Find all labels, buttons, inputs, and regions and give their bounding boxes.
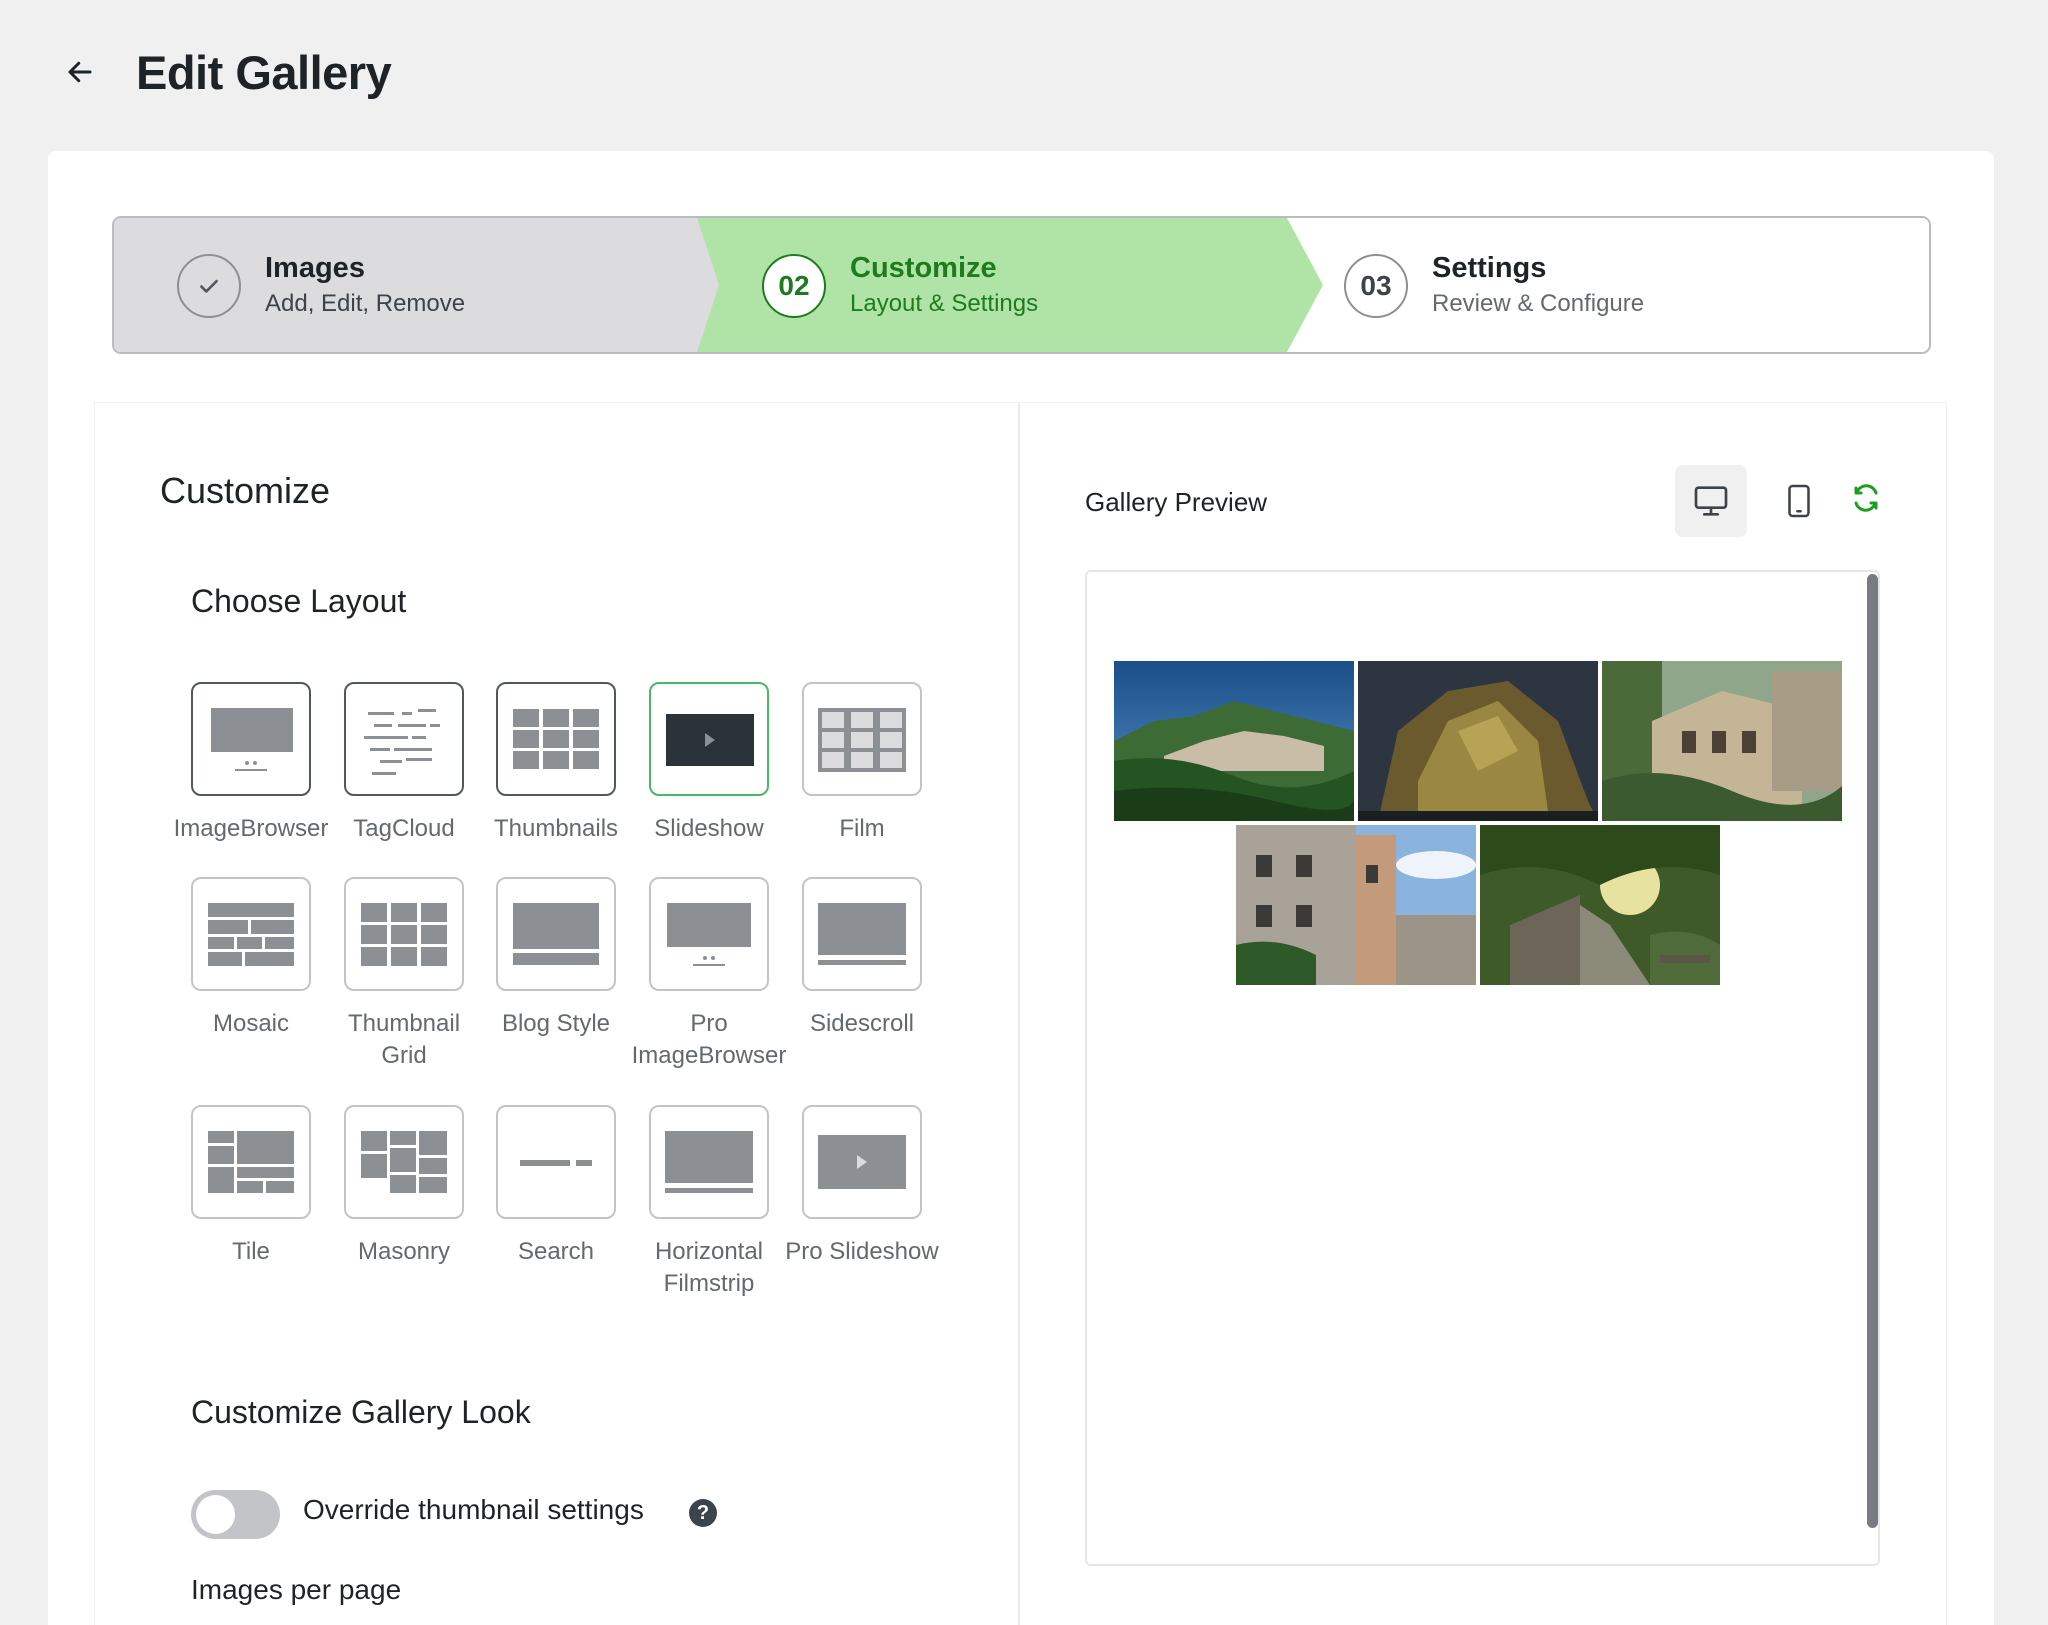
step-3-marker: 03	[1344, 254, 1408, 318]
mosaic-icon	[208, 903, 294, 966]
layout-label: Horizontal Filmstrip	[654, 1238, 764, 1297]
page-title: Edit Gallery	[136, 45, 392, 99]
layout-blog-style[interactable]	[496, 877, 616, 991]
layout-label: TagCloud	[353, 815, 455, 842]
arrow-left-icon	[68, 61, 92, 83]
customize-title: Customize	[160, 470, 331, 511]
refresh-preview-button[interactable]	[1830, 462, 1902, 534]
imagebrowser-icon	[211, 708, 293, 771]
layout-label: Masonry	[357, 1238, 451, 1265]
images-per-page-label: Images per page	[191, 1574, 402, 1605]
pro-slideshow-icon	[818, 1135, 906, 1189]
building-facade-photo	[1236, 825, 1476, 985]
layout-label: Pro Slideshow	[785, 1238, 939, 1265]
desktop-preview-button[interactable]	[1675, 465, 1747, 537]
layout-label: Pro ImageBrowser	[631, 1010, 787, 1069]
customize-look-title: Customize Gallery Look	[191, 1394, 531, 1430]
layout-label: Slideshow	[654, 815, 764, 842]
step-3-title: Settings	[1432, 252, 1547, 284]
search-layout-icon	[520, 1160, 592, 1166]
blog-style-icon	[513, 903, 599, 965]
step-2-marker: 02	[762, 254, 826, 318]
gallery-preview-title: Gallery Preview	[1085, 487, 1268, 517]
desktop-icon	[1694, 486, 1728, 516]
masonry-icon	[361, 1131, 447, 1193]
layout-imagebrowser[interactable]	[191, 682, 311, 796]
preview-scrollbar[interactable]	[1867, 574, 1878, 1528]
layout-search[interactable]	[496, 1105, 616, 1219]
override-thumbnail-label: Override thumbnail settings	[303, 1494, 644, 1525]
step-2-subtitle: Layout & Settings	[850, 290, 1039, 317]
layout-label: Thumbnails	[493, 815, 619, 842]
layout-pro-slideshow[interactable]	[802, 1105, 922, 1219]
layout-pro-imagebrowser[interactable]	[649, 877, 769, 991]
layout-label: Mosaic	[212, 1010, 290, 1037]
back-button[interactable]	[62, 54, 98, 90]
step-1-marker	[177, 254, 241, 318]
refresh-icon	[1854, 484, 1878, 512]
horizontal-filmstrip-icon	[665, 1131, 753, 1193]
rock-night-photo	[1358, 661, 1598, 821]
layout-label: Blog Style	[501, 1010, 611, 1037]
layout-slideshow[interactable]	[649, 682, 769, 796]
layout-film[interactable]	[802, 682, 922, 796]
forest-path-photo	[1480, 825, 1720, 985]
pro-imagebrowser-icon	[667, 903, 751, 966]
step-3-subtitle: Review & Configure	[1432, 290, 1645, 317]
mobile-icon	[1788, 484, 1810, 518]
layout-mosaic[interactable]	[191, 877, 311, 991]
slideshow-icon	[666, 714, 754, 766]
step-1-title: Images	[265, 252, 365, 284]
layout-thumbnails[interactable]	[496, 682, 616, 796]
mobile-preview-button[interactable]	[1763, 465, 1835, 537]
tile-icon	[208, 1131, 294, 1193]
mountain-village-photo	[1114, 661, 1354, 821]
override-thumbnail-toggle[interactable]	[191, 1490, 280, 1539]
layout-tile[interactable]	[191, 1105, 311, 1219]
wizard-stepper: Images Add, Edit, Remove 02 Customize La…	[112, 216, 1931, 354]
layout-label: Search	[517, 1238, 595, 1265]
check-icon	[200, 279, 218, 293]
help-icon[interactable]: ?	[689, 1499, 717, 1527]
layout-sidescroll[interactable]	[802, 877, 922, 991]
gallery-preview-frame	[1085, 570, 1880, 1566]
page-header: Edit Gallery	[62, 40, 392, 104]
layout-label: Sidescroll	[809, 1010, 915, 1037]
layout-thumbnail-grid[interactable]	[344, 877, 464, 991]
layout-label: Thumbnail Grid	[347, 1010, 461, 1069]
layout-horizontal-filmstrip[interactable]	[649, 1105, 769, 1219]
thumbnails-icon	[513, 709, 599, 769]
layout-label: Tile	[232, 1238, 270, 1265]
layout-masonry[interactable]	[344, 1105, 464, 1219]
tagcloud-icon	[364, 709, 440, 775]
old-mansion-photo	[1602, 661, 1842, 821]
step-1-subtitle: Add, Edit, Remove	[265, 290, 466, 317]
step-divider-2	[1284, 218, 1324, 354]
layout-tagcloud[interactable]	[344, 682, 464, 796]
thumbnail-grid-icon	[361, 903, 447, 966]
layout-label: Film	[839, 815, 885, 842]
choose-layout-title: Choose Layout	[191, 583, 407, 619]
sidescroll-icon	[818, 903, 906, 965]
step-2-title: Customize	[850, 252, 997, 284]
layout-label: ImageBrowser	[173, 815, 329, 842]
film-icon	[818, 708, 906, 772]
toggle-knob	[196, 1495, 235, 1534]
